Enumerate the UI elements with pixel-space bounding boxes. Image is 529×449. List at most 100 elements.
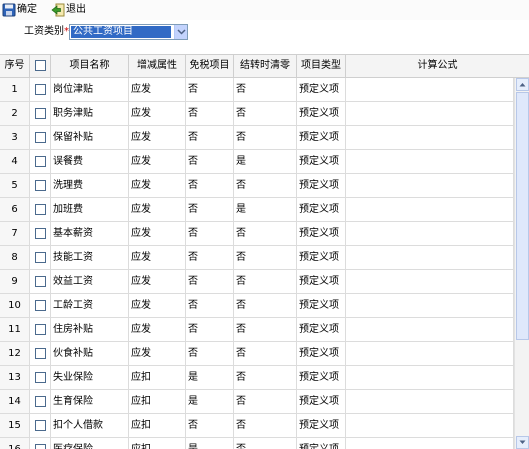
row-formula	[346, 438, 514, 449]
table-row[interactable]: 11住房补贴应发否否预定义项	[0, 318, 514, 342]
row-checkbox[interactable]	[35, 228, 46, 239]
row-checkbox[interactable]	[35, 300, 46, 311]
row-checkbox[interactable]	[35, 324, 46, 335]
row-name: 效益工资	[51, 270, 129, 293]
row-taxfree: 否	[186, 78, 234, 101]
row-type: 预定义项	[297, 414, 346, 437]
table-row[interactable]: 3保留补贴应发否否预定义项	[0, 126, 514, 150]
col-formula-header[interactable]: 计算公式	[346, 55, 529, 77]
row-name: 生育保险	[51, 390, 129, 413]
table-row[interactable]: 7基本薪资应发否否预定义项	[0, 222, 514, 246]
row-checkbox[interactable]	[35, 84, 46, 95]
chevron-down-icon[interactable]	[174, 25, 187, 39]
row-checkbox-cell[interactable]	[30, 198, 51, 221]
row-checkbox[interactable]	[35, 348, 46, 359]
row-checkbox-cell[interactable]	[30, 294, 51, 317]
row-seq: 13	[0, 366, 30, 389]
row-name: 职务津贴	[51, 102, 129, 125]
row-checkbox[interactable]	[35, 420, 46, 431]
col-attr-header[interactable]: 增减属性	[129, 55, 186, 77]
row-checkbox-cell[interactable]	[30, 414, 51, 437]
salary-category-label: 工资类别*	[24, 25, 69, 39]
table-row[interactable]: 5洗理费应发否否预定义项	[0, 174, 514, 198]
row-checkbox[interactable]	[35, 372, 46, 383]
col-clear-header[interactable]: 结转时清零	[234, 55, 297, 77]
scroll-thumb[interactable]	[516, 92, 529, 340]
row-checkbox[interactable]	[35, 156, 46, 167]
row-type: 预定义项	[297, 366, 346, 389]
table-row[interactable]: 2职务津贴应发否否预定义项	[0, 102, 514, 126]
row-checkbox-cell[interactable]	[30, 174, 51, 197]
row-taxfree: 否	[186, 126, 234, 149]
row-checkbox-cell[interactable]	[30, 222, 51, 245]
col-taxfree-header[interactable]: 免税项目	[186, 55, 234, 77]
col-select-all[interactable]	[30, 55, 51, 77]
salary-items-grid: 序号 项目名称 增减属性 免税项目 结转时清零 项目类型 计算公式 1岗位津贴应…	[0, 54, 529, 449]
row-checkbox-cell[interactable]	[30, 102, 51, 125]
row-checkbox[interactable]	[35, 204, 46, 215]
row-taxfree: 否	[186, 342, 234, 365]
row-attr: 应扣	[129, 366, 186, 389]
confirm-button[interactable]: 确定	[2, 2, 37, 18]
table-row[interactable]: 14生育保险应扣是否预定义项	[0, 390, 514, 414]
table-row[interactable]: 6加班费应发否是预定义项	[0, 198, 514, 222]
row-checkbox-cell[interactable]	[30, 318, 51, 341]
row-type: 预定义项	[297, 198, 346, 221]
row-checkbox-cell[interactable]	[30, 78, 51, 101]
row-seq: 5	[0, 174, 30, 197]
salary-category-select[interactable]: 公共工资项目	[69, 24, 188, 40]
filter-bar: 工资类别* 公共工资项目	[0, 20, 529, 46]
table-row[interactable]: 10工龄工资应发否否预定义项	[0, 294, 514, 318]
row-checkbox-cell[interactable]	[30, 366, 51, 389]
row-checkbox-cell[interactable]	[30, 270, 51, 293]
col-type-header[interactable]: 项目类型	[297, 55, 346, 77]
select-all-checkbox[interactable]	[35, 60, 46, 71]
table-row[interactable]: 4误餐费应发否是预定义项	[0, 150, 514, 174]
row-name: 伙食补贴	[51, 342, 129, 365]
row-clear: 否	[234, 174, 297, 197]
row-type: 预定义项	[297, 222, 346, 245]
table-row[interactable]: 9效益工资应发否否预定义项	[0, 270, 514, 294]
row-seq: 11	[0, 318, 30, 341]
row-clear: 否	[234, 78, 297, 101]
row-checkbox-cell[interactable]	[30, 246, 51, 269]
row-checkbox[interactable]	[35, 444, 46, 449]
table-row[interactable]: 13失业保险应扣是否预定义项	[0, 366, 514, 390]
table-row[interactable]: 12伙食补贴应发否否预定义项	[0, 342, 514, 366]
row-seq: 9	[0, 270, 30, 293]
row-checkbox-cell[interactable]	[30, 390, 51, 413]
row-formula	[346, 222, 514, 245]
row-attr: 应发	[129, 198, 186, 221]
col-seq-header: 序号	[0, 55, 30, 77]
row-formula	[346, 102, 514, 125]
row-checkbox[interactable]	[35, 132, 46, 143]
row-taxfree: 否	[186, 102, 234, 125]
col-name-header[interactable]: 项目名称	[51, 55, 129, 77]
row-attr: 应发	[129, 222, 186, 245]
scroll-down-button[interactable]	[516, 436, 529, 449]
row-checkbox-cell[interactable]	[30, 126, 51, 149]
table-row[interactable]: 1岗位津贴应发否否预定义项	[0, 78, 514, 102]
row-taxfree: 否	[186, 150, 234, 173]
row-checkbox[interactable]	[35, 180, 46, 191]
save-icon	[2, 3, 16, 17]
table-row[interactable]: 15扣个人借款应扣否否预定义项	[0, 414, 514, 438]
row-checkbox[interactable]	[35, 108, 46, 119]
row-checkbox-cell[interactable]	[30, 438, 51, 449]
row-checkbox[interactable]	[35, 276, 46, 287]
vertical-scrollbar[interactable]	[514, 78, 529, 449]
row-formula	[346, 246, 514, 269]
row-name: 住房补贴	[51, 318, 129, 341]
row-checkbox[interactable]	[35, 252, 46, 263]
row-checkbox[interactable]	[35, 396, 46, 407]
exit-button[interactable]: 退出	[51, 2, 86, 18]
row-attr: 应扣	[129, 438, 186, 449]
row-checkbox-cell[interactable]	[30, 342, 51, 365]
table-row[interactable]: 16医疗保险应扣是否预定义项	[0, 438, 514, 449]
row-attr: 应发	[129, 78, 186, 101]
row-formula	[346, 414, 514, 437]
row-checkbox-cell[interactable]	[30, 150, 51, 173]
row-formula	[346, 366, 514, 389]
table-row[interactable]: 8技能工资应发否否预定义项	[0, 246, 514, 270]
scroll-up-button[interactable]	[516, 78, 529, 91]
